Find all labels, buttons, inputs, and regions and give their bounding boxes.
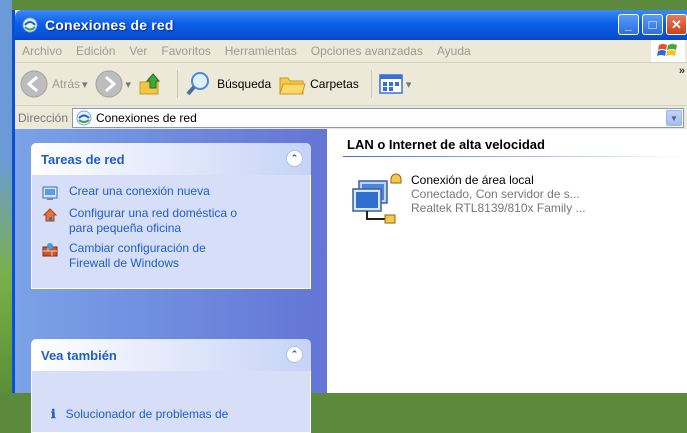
standard-toolbar: Atrás ▾ ▾ Búsqueda Carpetas ▾ » <box>15 63 687 106</box>
address-bar: Dirección Conexiones de red ▼ → Ir <box>15 106 687 131</box>
network-tasks-header[interactable]: Tareas de red ⌃ <box>31 143 311 175</box>
title-bar[interactable]: Conexiones de red _ □ ✕ <box>15 10 687 40</box>
forward-button[interactable]: ▾ <box>94 69 132 99</box>
menu-edicion[interactable]: Edición <box>69 44 122 58</box>
main-view: LAN o Internet de alta velocidad Conexió… <box>327 129 687 393</box>
network-tasks-title: Tareas de red <box>41 151 125 167</box>
back-dropdown-icon[interactable]: ▾ <box>82 78 88 91</box>
address-value: Conexiones de red <box>96 111 197 125</box>
task-pane: Tareas de red ⌃ Crear una conexión nueva <box>15 129 327 433</box>
views-dropdown-icon[interactable]: ▾ <box>406 78 412 91</box>
menu-favoritos[interactable]: Favoritos <box>154 44 217 58</box>
network-tasks-body: Crear una conexión nueva Configurar una … <box>31 175 311 289</box>
task-create-connection[interactable]: Crear una conexión nueva <box>42 184 300 201</box>
back-arrow-icon <box>20 70 48 98</box>
local-area-connection-item[interactable]: Conexión de área local Conectado, Con se… <box>349 173 586 229</box>
back-button[interactable]: Atrás ▾ <box>19 69 88 99</box>
network-tasks-panel: Tareas de red ⌃ Crear una conexión nueva <box>31 143 311 289</box>
see-also-item-label: Solucionador de problemas de <box>65 407 229 421</box>
search-icon <box>186 72 210 96</box>
views-icon <box>379 74 403 94</box>
minimize-button[interactable]: _ <box>618 14 639 35</box>
content-area: Tareas de red ⌃ Crear una conexión nueva <box>15 129 687 433</box>
connection-name: Conexión de área local <box>411 173 534 187</box>
toolbar-separator <box>370 70 372 98</box>
task-label: Crear una conexión nueva <box>69 184 210 198</box>
windows-logo-icon <box>651 40 685 62</box>
search-label: Búsqueda <box>217 77 272 91</box>
toolbar-more-icon[interactable]: » <box>679 65 685 77</box>
forward-arrow-icon <box>95 70 123 98</box>
forward-dropdown-icon[interactable]: ▾ <box>126 78 132 91</box>
up-folder-icon <box>139 73 161 95</box>
see-also-body <box>31 371 311 433</box>
maximize-button[interactable]: □ <box>642 14 663 35</box>
task-firewall-settings[interactable]: Cambiar configuración de Firewall de Win… <box>42 241 300 271</box>
connection-details: Conexión de área local Conectado, Con se… <box>411 173 586 229</box>
group-divider <box>343 156 687 157</box>
task-home-network[interactable]: Configurar una red doméstica o para pequ… <box>42 206 300 236</box>
search-button[interactable]: Búsqueda <box>184 69 271 99</box>
firewall-icon <box>42 243 58 257</box>
new-connection-icon <box>42 186 58 200</box>
menu-herramientas[interactable]: Herramientas <box>218 44 304 58</box>
back-label: Atrás <box>52 77 81 91</box>
info-icon: ℹ <box>51 407 56 421</box>
up-folder-button[interactable] <box>137 70 165 98</box>
task-label: Cambiar configuración de Firewall de Win… <box>69 241 206 270</box>
home-network-icon <box>42 208 58 222</box>
network-connections-icon <box>22 17 38 33</box>
folders-icon <box>279 77 306 95</box>
toolbar-separator <box>177 70 179 98</box>
see-also-title: Vea también <box>41 347 117 363</box>
menu-ver[interactable]: Ver <box>122 44 154 58</box>
address-dropdown-icon[interactable]: ▼ <box>666 110 683 126</box>
window-title: Conexiones de red <box>45 17 174 33</box>
explorer-window: Conexiones de red _ □ ✕ Archivo Edición … <box>12 10 687 433</box>
see-also-header[interactable]: Vea también ⌃ <box>31 339 311 371</box>
collapse-chevron-icon[interactable]: ⌃ <box>286 150 303 167</box>
connection-status: Conectado, Con servidor de s... <box>411 187 580 201</box>
menu-ayuda[interactable]: Ayuda <box>430 44 478 58</box>
address-field[interactable]: Conexiones de red ▼ <box>72 108 685 128</box>
menu-opciones-avanzadas[interactable]: Opciones avanzadas <box>304 44 430 58</box>
folders-label: Carpetas <box>310 77 359 91</box>
lan-connection-icon <box>352 173 402 224</box>
connection-adapter: Realtek RTL8139/810x Family ... <box>411 201 586 215</box>
desktop-background <box>0 0 12 393</box>
collapse-chevron-icon[interactable]: ⌃ <box>286 346 303 363</box>
group-title: LAN o Internet de alta velocidad <box>347 137 545 152</box>
menu-bar: Archivo Edición Ver Favoritos Herramient… <box>15 40 687 63</box>
views-button[interactable]: ▾ <box>378 72 412 96</box>
close-button[interactable]: ✕ <box>666 14 687 35</box>
task-label: Configurar una red doméstica o para pequ… <box>69 206 238 235</box>
menu-archivo[interactable]: Archivo <box>15 44 69 58</box>
address-label: Dirección <box>18 111 69 125</box>
see-also-item-troubleshooter[interactable]: ℹ Solucionador de problemas de <box>51 407 291 421</box>
network-connections-icon <box>76 110 92 126</box>
folders-button[interactable]: Carpetas <box>277 69 359 99</box>
